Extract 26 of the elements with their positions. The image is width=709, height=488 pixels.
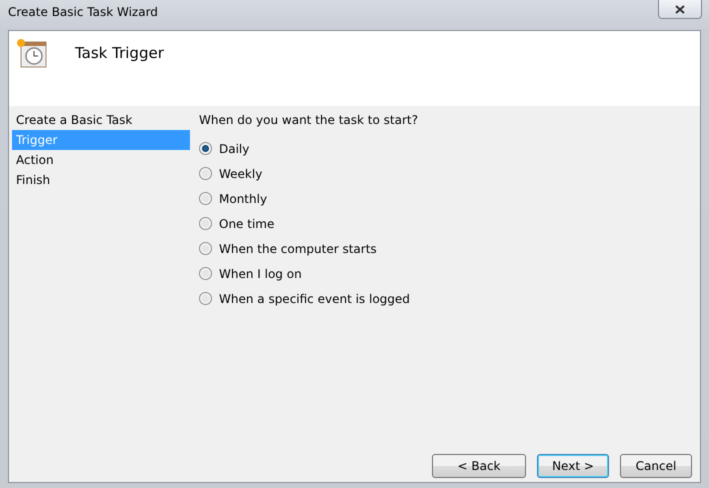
radio-button[interactable] bbox=[199, 167, 212, 180]
header-title: Task Trigger bbox=[75, 44, 164, 62]
wizard-button[interactable]: Cancel bbox=[620, 454, 692, 478]
sidebar-item[interactable]: Finish bbox=[12, 170, 190, 190]
option-label: Weekly bbox=[219, 166, 262, 180]
window-title: Create Basic Task Wizard bbox=[8, 5, 158, 19]
radio-button[interactable] bbox=[199, 292, 212, 305]
option-label: When the computer starts bbox=[219, 242, 377, 256]
radio-button[interactable] bbox=[199, 242, 212, 255]
radio-button[interactable] bbox=[199, 217, 212, 230]
wizard-button[interactable]: < Back bbox=[432, 454, 526, 478]
calendar-clock-icon bbox=[15, 37, 49, 69]
radio-button[interactable] bbox=[199, 267, 212, 280]
option-label: When a specific event is logged bbox=[219, 292, 410, 306]
option-label: Daily bbox=[219, 142, 250, 156]
wizard-button[interactable]: Next > bbox=[537, 454, 609, 478]
option-label: One time bbox=[219, 216, 274, 230]
sidebar-item[interactable]: Action bbox=[12, 150, 190, 170]
close-icon bbox=[675, 4, 685, 14]
close-button[interactable] bbox=[658, 0, 702, 19]
sidebar-item[interactable]: Create a Basic Task bbox=[12, 110, 190, 130]
option-label: Monthly bbox=[219, 192, 268, 206]
radio-button[interactable] bbox=[199, 142, 212, 155]
radio-button[interactable] bbox=[199, 192, 212, 205]
question-text: When do you want the task to start? bbox=[199, 112, 419, 129]
option-label: When I log on bbox=[219, 266, 302, 280]
